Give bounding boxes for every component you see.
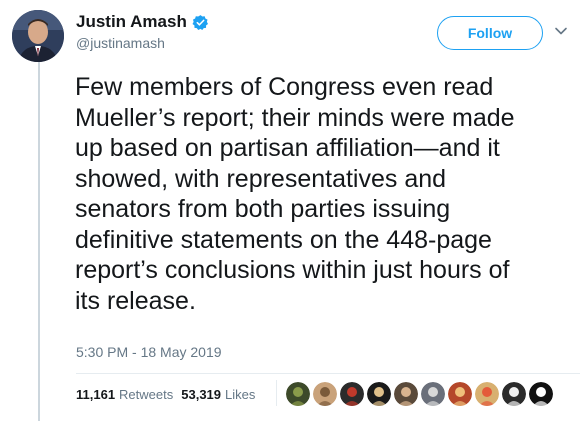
likes-label: Likes: [225, 387, 256, 402]
likers-avatars: [286, 382, 556, 406]
display-name[interactable]: Justin Amash: [76, 12, 187, 32]
retweets-stat[interactable]: 11,161 Retweets: [76, 387, 173, 402]
likes-stat[interactable]: 53,319 Likes: [181, 387, 255, 402]
liker-avatar[interactable]: [448, 382, 472, 406]
liker-avatar[interactable]: [367, 382, 391, 406]
thread-line: [38, 62, 40, 421]
liker-avatar[interactable]: [394, 382, 418, 406]
retweets-count: 11,161: [76, 387, 116, 402]
liker-avatar[interactable]: [313, 382, 337, 406]
follow-button[interactable]: Follow: [437, 16, 543, 50]
liker-avatar[interactable]: [529, 382, 553, 406]
liker-avatar[interactable]: [340, 382, 364, 406]
likes-count: 53,319: [181, 387, 222, 402]
liker-avatar[interactable]: [421, 382, 445, 406]
avatar-photo: [12, 10, 64, 62]
retweets-label: Retweets: [119, 387, 174, 402]
timestamp[interactable]: 5:30 PM - 18 May 2019: [76, 344, 222, 360]
handle[interactable]: @justinamash: [76, 35, 209, 51]
avatar[interactable]: [12, 10, 64, 62]
stats-separator: [276, 380, 277, 406]
liker-avatar[interactable]: [502, 382, 526, 406]
liker-avatar[interactable]: [286, 382, 310, 406]
divider: [76, 373, 580, 374]
author-info: Justin Amash @justinamash: [76, 12, 209, 51]
chevron-down-icon[interactable]: [554, 24, 568, 38]
tweet-stats: 11,161 Retweets 53,319 Likes: [76, 387, 263, 402]
tweet-text: Few members of Congress even read Muelle…: [75, 73, 515, 315]
verified-badge-icon: [192, 14, 208, 30]
name-row: Justin Amash: [76, 12, 209, 32]
liker-avatar[interactable]: [475, 382, 499, 406]
